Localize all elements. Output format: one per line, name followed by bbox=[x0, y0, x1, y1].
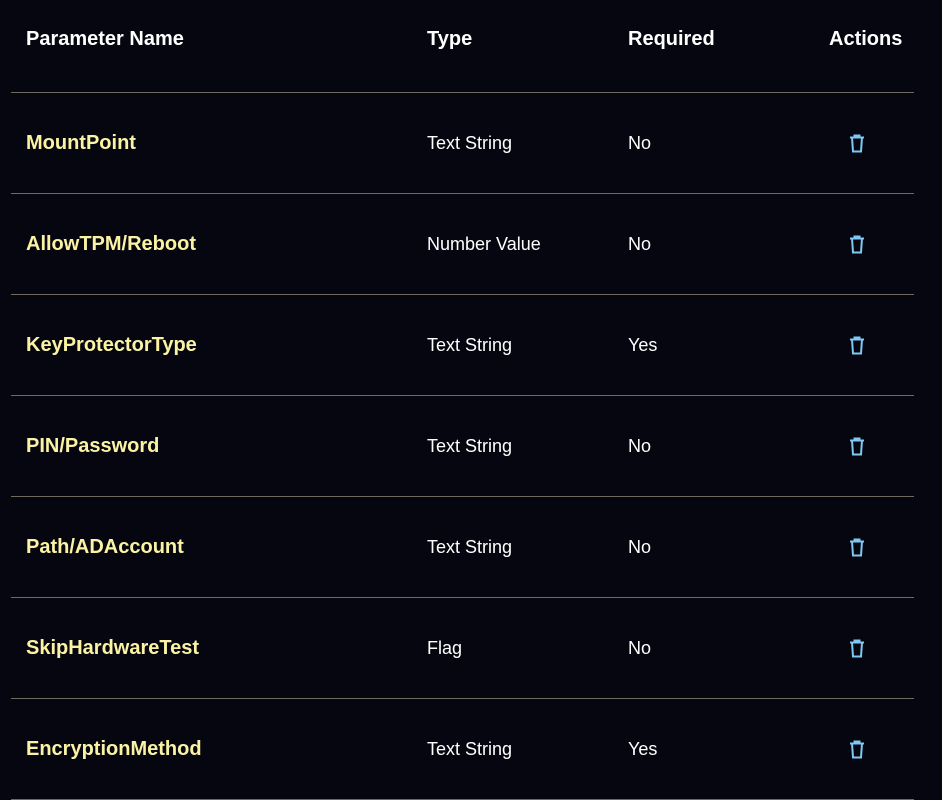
parameter-required: Yes bbox=[628, 335, 658, 355]
parameter-type: Number Value bbox=[427, 234, 541, 254]
trash-icon bbox=[850, 437, 864, 455]
table-row: SkipHardwareTest Flag No bbox=[11, 598, 914, 699]
parameter-name: SkipHardwareTest bbox=[26, 637, 200, 659]
parameter-name: Path/ADAccount bbox=[26, 536, 184, 558]
parameter-name: EncryptionMethod bbox=[26, 738, 202, 760]
table-header: Parameter Name Type Required Actions bbox=[11, 0, 914, 93]
delete-button[interactable] bbox=[847, 536, 867, 558]
table-row: MountPoint Text String No bbox=[11, 93, 914, 194]
parameter-name: MountPoint bbox=[26, 132, 136, 154]
delete-button[interactable] bbox=[847, 637, 867, 659]
trash-icon bbox=[850, 235, 864, 253]
parameter-name: AllowTPM/Reboot bbox=[26, 233, 196, 255]
parameter-name: PIN/Password bbox=[26, 435, 160, 457]
delete-button[interactable] bbox=[847, 233, 867, 255]
parameter-name: KeyProtectorType bbox=[26, 334, 197, 356]
header-type: Type bbox=[427, 28, 473, 50]
parameters-table: Parameter Name Type Required Actions Mou… bbox=[11, 0, 914, 800]
table-row: AllowTPM/Reboot Number Value No bbox=[11, 194, 914, 295]
parameter-type: Text String bbox=[427, 335, 513, 355]
parameter-required: Yes bbox=[628, 739, 658, 759]
table-row: KeyProtectorType Text String Yes bbox=[11, 295, 914, 396]
parameter-required: No bbox=[628, 133, 652, 153]
header-required: Required bbox=[628, 28, 715, 50]
header-parameter-name: Parameter Name bbox=[26, 28, 184, 50]
trash-icon bbox=[850, 134, 864, 152]
parameter-type: Text String bbox=[427, 537, 513, 557]
trash-icon bbox=[850, 740, 864, 758]
trash-icon bbox=[850, 639, 864, 657]
trash-icon bbox=[850, 336, 864, 354]
parameter-type: Text String bbox=[427, 436, 513, 456]
delete-button[interactable] bbox=[847, 435, 867, 457]
parameter-type: Text String bbox=[427, 133, 513, 153]
delete-button[interactable] bbox=[847, 738, 867, 760]
parameter-type: Text String bbox=[427, 739, 513, 759]
delete-button[interactable] bbox=[847, 132, 867, 154]
parameter-required: No bbox=[628, 436, 652, 456]
table-row: PIN/Password Text String No bbox=[11, 396, 914, 497]
parameter-required: No bbox=[628, 638, 652, 658]
table-row: Path/ADAccount Text String No bbox=[11, 497, 914, 598]
parameter-required: No bbox=[628, 234, 652, 254]
table-row: EncryptionMethod Text String Yes bbox=[11, 699, 914, 800]
trash-icon bbox=[850, 538, 864, 556]
parameter-type: Flag bbox=[427, 638, 463, 658]
header-actions: Actions bbox=[829, 28, 903, 50]
delete-button[interactable] bbox=[847, 334, 867, 356]
parameter-required: No bbox=[628, 537, 652, 557]
